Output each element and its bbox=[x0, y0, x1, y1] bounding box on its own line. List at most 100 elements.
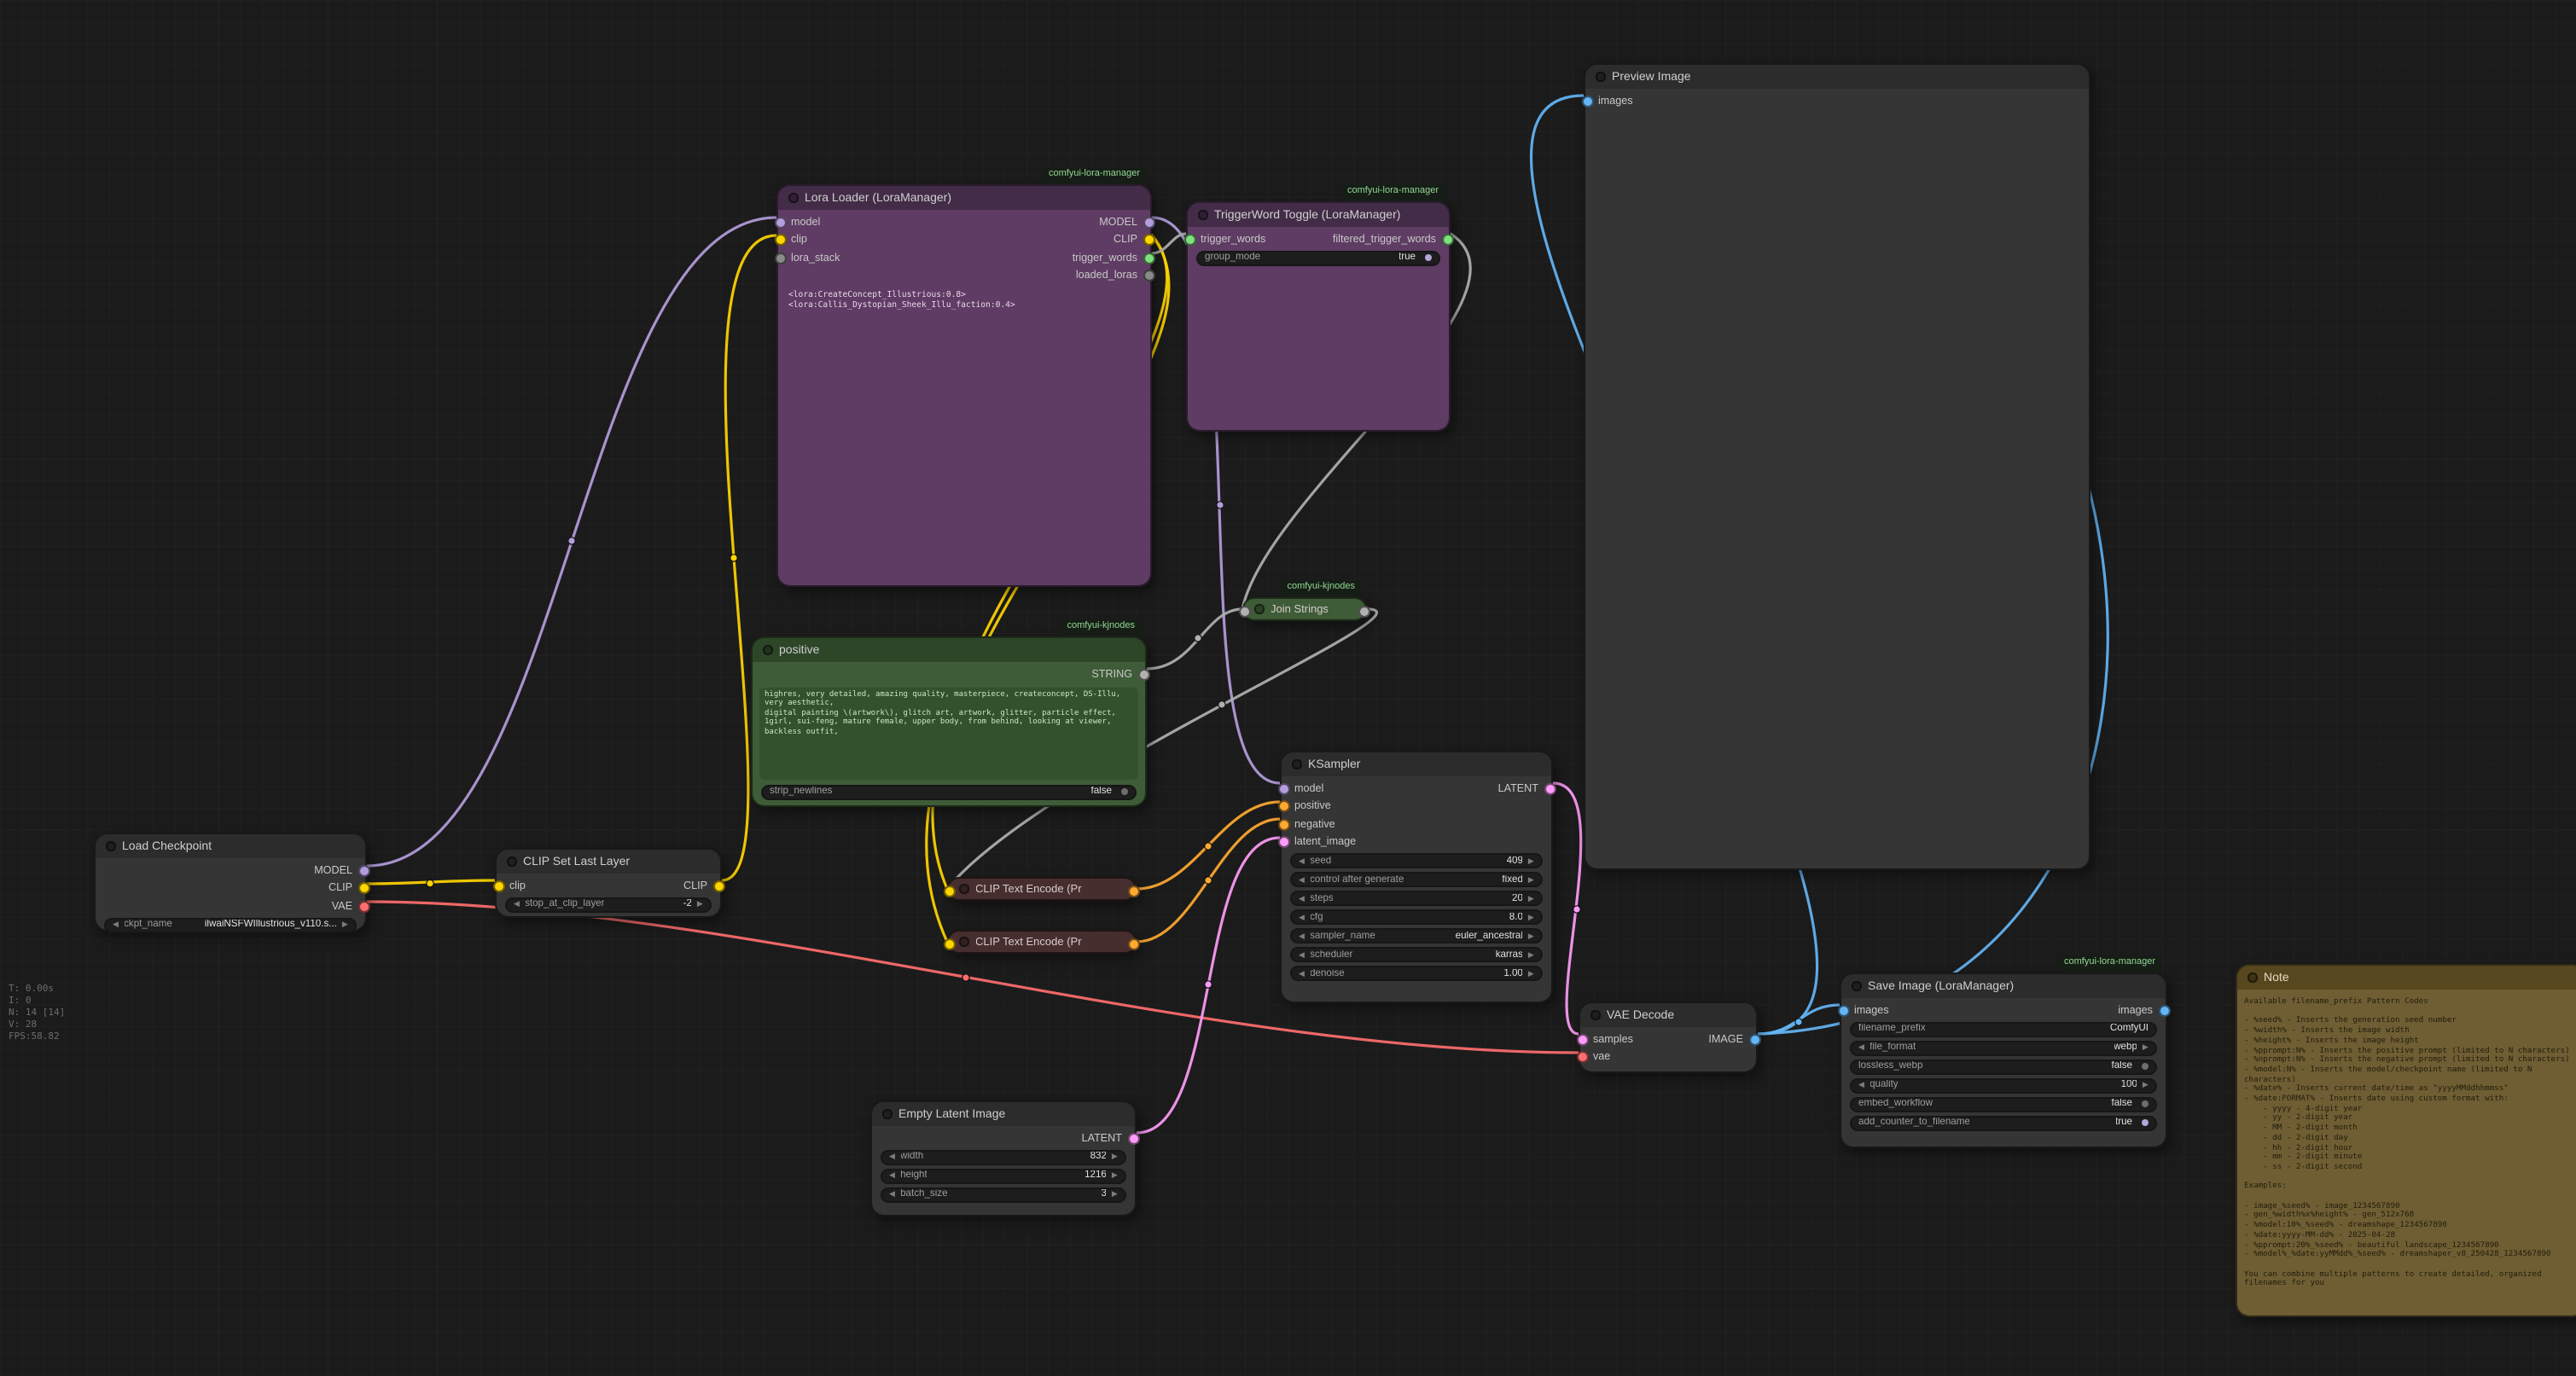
input-slot-images[interactable]: images bbox=[1587, 96, 1633, 107]
combo-next-icon[interactable]: ▶ bbox=[2143, 1042, 2149, 1053]
collapse-toggle-icon[interactable] bbox=[763, 646, 772, 655]
file-format-combo[interactable]: ◀ file_format webp ▶ bbox=[1850, 1040, 2157, 1055]
input-slot-latent-image[interactable]: latent_image bbox=[1283, 837, 1356, 849]
node-trigger-word-toggle[interactable]: comfyui-lora-manager TriggerWord Toggle … bbox=[1186, 201, 1451, 432]
stop-at-clip-layer-stepper[interactable]: ◀ stop_at_clip_layer -2 ▶ bbox=[505, 897, 712, 912]
collapse-toggle-icon[interactable] bbox=[1198, 211, 1207, 220]
input-slot-negative[interactable]: negative bbox=[1283, 819, 1335, 831]
decrement-icon[interactable]: ◀ bbox=[1858, 1080, 1864, 1090]
output-slot-latent[interactable]: LATENT bbox=[1082, 1133, 1133, 1145]
output-slot-trigger-words[interactable]: trigger_words bbox=[1073, 253, 1148, 264]
combo-next-icon[interactable]: ▶ bbox=[1528, 949, 1534, 960]
clip-slot-icon[interactable] bbox=[774, 235, 786, 247]
collapsed-input-slot-icon[interactable] bbox=[1239, 606, 1251, 618]
seed-stepper[interactable]: ◀ seed 409 ▶ bbox=[1290, 853, 1543, 868]
collapsed-output-slot-icon[interactable] bbox=[1128, 885, 1140, 897]
node-note[interactable]: Note Available filename_prefix Pattern C… bbox=[2236, 964, 2576, 1317]
toggle-indicator-icon[interactable] bbox=[2141, 1063, 2149, 1071]
conditioning-slot-icon[interactable] bbox=[1277, 801, 1289, 813]
combo-next-icon[interactable]: ▶ bbox=[1528, 874, 1534, 885]
output-slot-string[interactable]: STRING bbox=[1091, 669, 1143, 681]
filename-prefix-field[interactable]: filename_prefix ComfyUI bbox=[1850, 1021, 2157, 1036]
clip-slot-icon[interactable] bbox=[1143, 235, 1154, 247]
input-slot-lora-stack[interactable]: lora_stack bbox=[780, 253, 840, 264]
node-ksampler[interactable]: KSampler model LATENT positive negative … bbox=[1280, 751, 1553, 1003]
toggle-indicator-icon[interactable] bbox=[2141, 1119, 2149, 1127]
clip-slot-icon[interactable] bbox=[358, 883, 369, 895]
input-slot-model[interactable]: model bbox=[1283, 783, 1323, 795]
input-slot-positive[interactable]: positive bbox=[1283, 801, 1331, 813]
node-vae-decode[interactable]: VAE Decode samples IMAGE vae bbox=[1579, 1002, 1758, 1073]
latent-slot-icon[interactable] bbox=[1277, 837, 1289, 849]
lora-syntax-text[interactable]: <lora:CreateConcept_Illustrious:0.8> <lo… bbox=[778, 285, 1150, 580]
lossless-webp-toggle[interactable]: lossless_webp false bbox=[1850, 1059, 2157, 1074]
node-header[interactable]: KSampler bbox=[1282, 752, 1551, 776]
output-slot-image[interactable]: IMAGE bbox=[1708, 1034, 1754, 1046]
toggle-indicator-icon[interactable] bbox=[1120, 788, 1128, 796]
output-slot-model[interactable]: MODEL bbox=[314, 865, 363, 877]
node-join-strings[interactable]: comfyui-kjnodes Join Strings bbox=[1242, 597, 1367, 621]
input-slot-trigger-words[interactable]: trigger_words bbox=[1189, 234, 1265, 246]
node-header[interactable]: Note bbox=[2237, 966, 2576, 990]
node-clip-text-encode-negative[interactable]: CLIP Text Encode (Pr bbox=[947, 930, 1137, 954]
increment-icon[interactable]: ▶ bbox=[1528, 893, 1534, 903]
add-counter-to-filename-toggle[interactable]: add_counter_to_filename true bbox=[1850, 1115, 2157, 1130]
collapse-toggle-icon[interactable] bbox=[106, 842, 115, 851]
combo-prev-icon[interactable]: ◀ bbox=[113, 920, 119, 930]
decrement-icon[interactable]: ◀ bbox=[514, 899, 520, 909]
node-header[interactable]: CLIP Set Last Layer bbox=[497, 850, 720, 874]
combo-next-icon[interactable]: ▶ bbox=[342, 920, 348, 930]
toggle-indicator-icon[interactable] bbox=[1424, 254, 1432, 262]
node-header[interactable]: TriggerWord Toggle (LoraManager) bbox=[1188, 203, 1449, 227]
string-slot-icon[interactable] bbox=[1137, 669, 1149, 681]
collapsed-output-slot-icon[interactable] bbox=[1128, 938, 1140, 950]
collapse-toggle-icon[interactable] bbox=[1254, 605, 1264, 614]
height-stepper[interactable]: ◀ height 1216 ▶ bbox=[881, 1168, 1126, 1183]
increment-icon[interactable]: ▶ bbox=[1112, 1170, 1118, 1181]
decrement-icon[interactable]: ◀ bbox=[1299, 912, 1305, 922]
cfg-stepper[interactable]: ◀ cfg 8.0 ▶ bbox=[1290, 909, 1543, 925]
node-empty-latent-image[interactable]: Empty Latent Image LATENT ◀ width 832 ▶ … bbox=[870, 1100, 1137, 1216]
filtered-trigger-words-slot-icon[interactable] bbox=[1441, 234, 1453, 246]
node-header[interactable]: VAE Decode bbox=[1580, 1003, 1756, 1027]
output-slot-loaded-loras[interactable]: loaded_loras bbox=[1076, 270, 1148, 282]
node-lora-loader[interactable]: comfyui-lora-manager Lora Loader (LoraMa… bbox=[776, 184, 1152, 587]
vae-slot-icon[interactable] bbox=[358, 901, 369, 913]
output-slot-clip[interactable]: CLIP bbox=[329, 883, 363, 895]
graph-viewport[interactable]: Load Checkpoint MODEL CLIP VAE ◀ ckpt_na… bbox=[0, 0, 2576, 1376]
image-slot-icon[interactable] bbox=[1581, 96, 1593, 107]
increment-icon[interactable]: ▶ bbox=[2143, 1080, 2149, 1090]
increment-icon[interactable]: ▶ bbox=[1112, 1152, 1118, 1162]
collapsed-input-slot-icon[interactable] bbox=[944, 885, 956, 897]
clip-slot-icon[interactable] bbox=[492, 880, 504, 892]
input-slot-samples[interactable]: samples bbox=[1582, 1034, 1633, 1046]
collapse-toggle-icon[interactable] bbox=[959, 885, 968, 894]
group-mode-toggle[interactable]: group_mode true bbox=[1196, 250, 1440, 265]
node-header[interactable]: Save Image (LoraManager) bbox=[1841, 974, 2166, 998]
output-slot-latent[interactable]: LATENT bbox=[1498, 783, 1550, 795]
lora-stack-slot-icon[interactable] bbox=[774, 253, 786, 264]
width-stepper[interactable]: ◀ width 832 ▶ bbox=[881, 1149, 1126, 1164]
ckpt-name-combo[interactable]: ◀ ckpt_name ilwaiNSFWIllustrious_v110.s.… bbox=[104, 917, 357, 932]
output-slot-clip[interactable]: CLIP bbox=[1114, 235, 1148, 247]
control-after-generate-combo[interactable]: ◀ control after generate fixed ▶ bbox=[1290, 872, 1543, 887]
collapse-toggle-icon[interactable] bbox=[959, 938, 968, 947]
collapse-toggle-icon[interactable] bbox=[788, 194, 798, 203]
input-slot-clip[interactable]: clip bbox=[498, 880, 526, 892]
image-slot-icon[interactable] bbox=[1837, 1005, 1849, 1017]
strip-newlines-toggle[interactable]: strip_newlines false bbox=[761, 784, 1137, 799]
latent-slot-icon[interactable] bbox=[1544, 783, 1555, 795]
increment-icon[interactable]: ▶ bbox=[1528, 856, 1534, 866]
quality-stepper[interactable]: ◀ quality 100 ▶ bbox=[1850, 1077, 2157, 1093]
input-slot-images[interactable]: images bbox=[1843, 1005, 1889, 1017]
decrement-icon[interactable]: ◀ bbox=[889, 1170, 895, 1181]
clip-slot-icon[interactable] bbox=[712, 880, 724, 892]
increment-icon[interactable]: ▶ bbox=[1528, 968, 1534, 978]
loaded-loras-slot-icon[interactable] bbox=[1143, 270, 1154, 282]
combo-next-icon[interactable]: ▶ bbox=[1528, 931, 1534, 941]
decrement-icon[interactable]: ◀ bbox=[1299, 968, 1305, 978]
node-header[interactable]: positive bbox=[753, 638, 1145, 662]
collapsed-output-slot-icon[interactable] bbox=[1358, 606, 1370, 618]
input-slot-model[interactable]: model bbox=[780, 217, 820, 229]
node-header[interactable]: Load Checkpoint bbox=[96, 834, 365, 858]
